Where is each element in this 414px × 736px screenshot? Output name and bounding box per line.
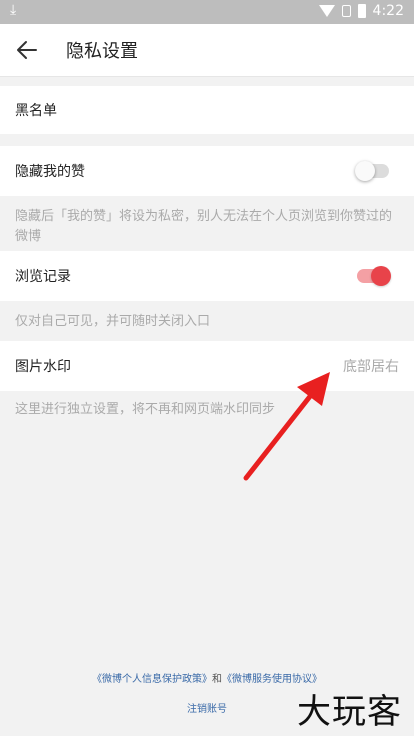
- footer-and-text: 和: [212, 674, 222, 685]
- privacy-policy-link[interactable]: 《微博个人信息保护政策》: [92, 674, 212, 685]
- annotation-arrow: [243, 372, 330, 481]
- watermark-logo: 大玩客: [297, 692, 402, 732]
- footer-links: 《微博个人信息保护政策》和《微博服务使用协议》: [0, 670, 414, 685]
